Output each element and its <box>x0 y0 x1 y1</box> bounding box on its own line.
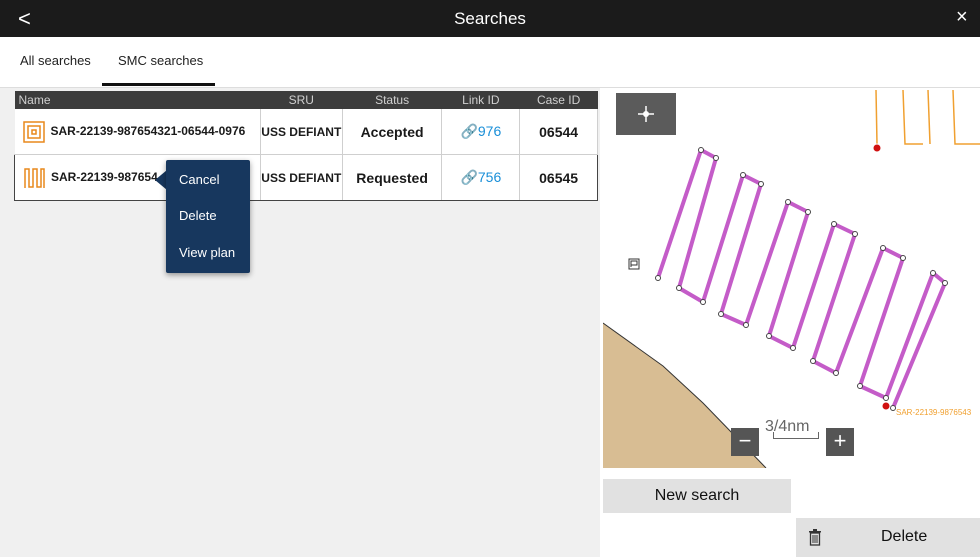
table-row[interactable]: SAR-22139-987654 USS DEFIANT Requested 🔗… <box>14 154 598 201</box>
scale-bar <box>773 432 819 439</box>
link-icon: 🔗 <box>460 169 478 185</box>
column-header-link-id: Link ID <box>441 91 520 109</box>
zoom-in-button[interactable]: + <box>826 428 854 456</box>
trash-icon <box>808 528 822 551</box>
crosshair-icon <box>638 106 654 122</box>
link-icon: 🔗 <box>460 123 478 139</box>
tab-all-searches[interactable]: All searches <box>20 53 91 68</box>
link-id: 976 <box>477 123 502 139</box>
chart-map[interactable]: SAR-22139-9876543 <box>603 88 980 468</box>
recentre-button[interactable] <box>616 93 676 135</box>
search-track <box>656 147 948 409</box>
table-row[interactable]: SAR-22139-987654321-06544-0976 USS DEFIA… <box>14 109 598 155</box>
column-header-case-id: Case ID <box>519 91 598 109</box>
delete-button[interactable]: Delete <box>796 518 980 557</box>
status-cell: Accepted <box>342 109 443 155</box>
track-label: SAR-22139-9876543 <box>896 408 972 417</box>
case-id-cell: 06544 <box>519 109 598 155</box>
close-icon[interactable]: × <box>956 6 968 29</box>
search-name: SAR-22139-987654 <box>51 169 158 184</box>
expanding-square-pattern-icon <box>22 120 45 143</box>
sru-cell: USS DEFIANT <box>260 154 343 201</box>
search-name: SAR-22139-987654321-06544-0976 <box>50 123 246 138</box>
link-id-cell[interactable]: 🔗756 <box>441 154 521 201</box>
menu-item-delete[interactable]: Delete <box>179 208 217 223</box>
other-tracks <box>875 89 980 145</box>
datum-flag-icon <box>628 258 640 270</box>
title-bar: < Searches × <box>0 0 980 37</box>
delete-label: Delete <box>881 528 928 545</box>
column-header-name: Name <box>14 91 261 109</box>
search-list-pane: Name SRU Status Link ID Case ID SAR-2213… <box>0 88 600 557</box>
column-header-sru: SRU <box>260 91 343 109</box>
new-search-button[interactable]: New search <box>603 479 791 513</box>
table-header: Name SRU Status Link ID Case ID <box>14 91 598 109</box>
track-start-marker <box>872 143 882 153</box>
case-id-cell: 06545 <box>519 154 598 201</box>
sru-cell: USS DEFIANT <box>260 109 343 155</box>
link-id: 756 <box>477 169 502 185</box>
search-name-cell: SAR-22139-987654321-06544-0976 <box>14 109 261 155</box>
tab-smc-searches[interactable]: SMC searches <box>118 53 203 68</box>
link-id-cell[interactable]: 🔗976 <box>441 109 521 155</box>
context-menu: Cancel Delete View plan <box>166 160 250 273</box>
parallel-track-pattern-icon <box>23 167 45 189</box>
menu-item-view-plan[interactable]: View plan <box>179 245 235 260</box>
active-tab-indicator <box>102 83 215 86</box>
status-cell: Requested <box>342 154 443 201</box>
menu-item-cancel[interactable]: Cancel <box>179 172 219 187</box>
zoom-out-button[interactable]: − <box>731 428 759 456</box>
tab-bar: All searches SMC searches <box>0 37 980 88</box>
track-start-marker-2 <box>881 401 891 411</box>
track-waypoints <box>655 147 948 411</box>
page-title: Searches <box>454 9 526 28</box>
search-table: Name SRU Status Link ID Case ID SAR-2213… <box>14 91 598 201</box>
column-header-status: Status <box>342 91 442 109</box>
